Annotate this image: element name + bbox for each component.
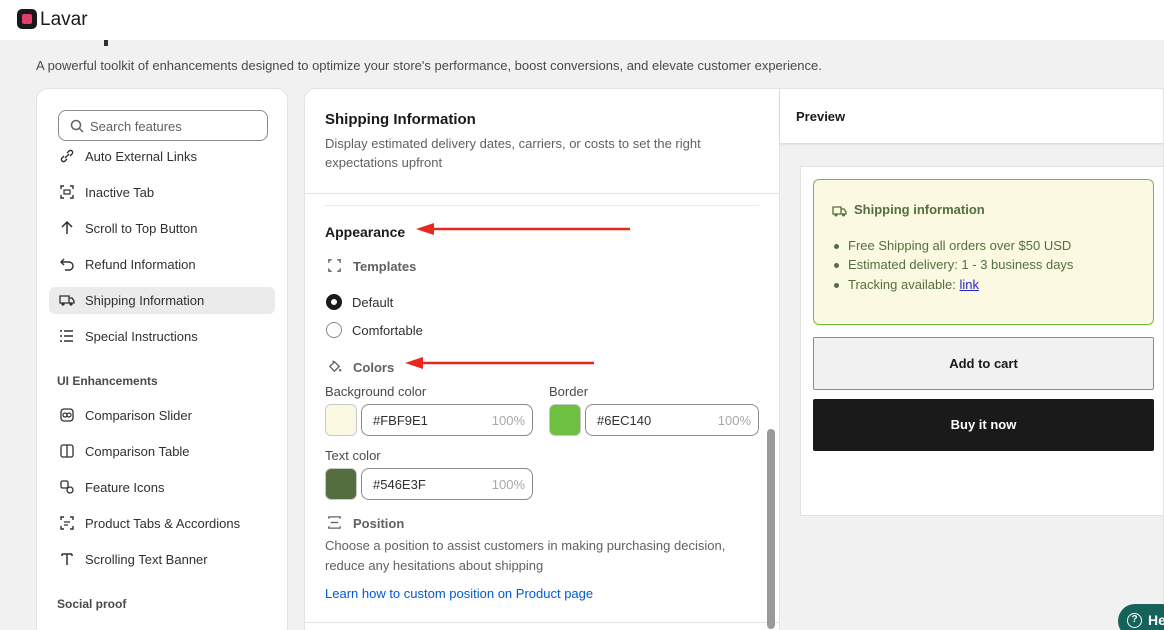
background-opacity: 100% (491, 413, 525, 428)
sidebar-item-label: Auto External Links (85, 149, 198, 164)
app-title: Lavar (40, 9, 88, 30)
colors-label: Colors (353, 360, 395, 375)
background-color-field[interactable]: #FBF9E1 100% (361, 404, 533, 436)
section-heading-ui-enhancements: UI Enhancements (57, 374, 158, 388)
sidebar-item-label: Refund Information (85, 257, 196, 272)
arrow-up-icon (61, 220, 73, 234)
sidebar-item-label: Special Instructions (85, 329, 198, 344)
list-icon (60, 330, 73, 342)
templates-icon (328, 259, 341, 272)
sidebar-item-refund-information[interactable]: Refund Information (49, 251, 275, 278)
top-bar: Lavar (0, 0, 1164, 40)
main-card: Shipping Information Display estimated d… (304, 88, 1164, 630)
sidebar-item-label: Comparison Slider (85, 408, 192, 423)
background-color-swatch[interactable] (325, 404, 357, 436)
text-color-swatch[interactable] (325, 468, 357, 500)
page-title-fragment (104, 40, 108, 46)
divider (325, 205, 759, 206)
link-icon (60, 149, 74, 163)
help-button[interactable]: ? He (1118, 604, 1164, 630)
sidebar-item-scrolling-text-banner[interactable]: Scrolling Text Banner (49, 546, 275, 573)
sidebar-item-label: Feature Icons (85, 480, 165, 495)
sidebar-item-label: Product Tabs & Accordions (85, 516, 241, 531)
comparison-table-icon (60, 444, 74, 458)
feature-icons-icon (60, 480, 74, 494)
buy-now-button[interactable]: Buy it now (813, 399, 1154, 451)
border-color-label: Border (549, 384, 589, 399)
settings-panel: Shipping Information Display estimated d… (305, 89, 779, 630)
background-color-label: Background color (325, 384, 427, 399)
sidebar-item-label: Shipping Information (85, 293, 205, 308)
refund-icon (60, 258, 74, 271)
sidebar-item-label: Comparison Table (85, 444, 190, 459)
shipping-info-box: Shipping information Free Shipping all o… (813, 179, 1154, 325)
preview-product-card: Shipping information Free Shipping all o… (800, 166, 1163, 516)
feature-title: Shipping Information (325, 111, 476, 128)
app-logo-icon (17, 9, 37, 29)
position-description: Choose a position to assist customers in… (325, 538, 726, 573)
annotation-arrow-icon (405, 357, 594, 369)
truck-icon (832, 206, 847, 217)
sidebar-item-scroll-to-top[interactable]: Scroll to Top Button (49, 215, 275, 242)
template-radio-comfortable[interactable] (326, 322, 342, 338)
search-icon (70, 119, 84, 133)
search-input[interactable]: Search features (58, 110, 268, 141)
sidebar-item-label: Inactive Tab (85, 185, 155, 200)
sidebar-item-inactive-tab[interactable]: Inactive Tab (49, 179, 275, 206)
preview-pane: Preview Shipping information Free Shippi… (779, 89, 1163, 630)
sidebar-item-shipping-information[interactable]: Shipping Information (49, 287, 275, 314)
border-color-value: #6EC140 (597, 413, 652, 428)
template-option-default[interactable]: Default (352, 295, 393, 310)
preview-label: Preview (796, 109, 846, 124)
divider (305, 193, 779, 194)
border-opacity: 100% (717, 413, 751, 428)
border-color-field[interactable]: #6EC140 100% (585, 404, 759, 436)
comparison-slider-icon (60, 408, 74, 422)
scrollbar[interactable] (767, 429, 775, 629)
template-radio-default[interactable] (326, 294, 342, 310)
sidebar-item-auto-external-links[interactable]: Auto External Links (49, 143, 275, 170)
background-color-value: #FBF9E1 (373, 413, 428, 428)
sidebar-item-comparison-table[interactable]: Comparison Table (49, 438, 275, 465)
inactive-tab-icon (60, 185, 74, 199)
tracking-link[interactable]: link (960, 277, 980, 292)
annotation-arrow-icon (416, 223, 630, 235)
sidebar-item-feature-icons[interactable]: Feature Icons (49, 474, 275, 501)
search-placeholder: Search features (90, 119, 182, 134)
feature-description: Display estimated delivery dates, carrie… (325, 136, 701, 170)
template-option-comfortable[interactable]: Comfortable (352, 323, 423, 338)
section-heading-social-proof: Social proof (57, 597, 127, 611)
sidebar-item-product-tabs-accordions[interactable]: Product Tabs & Accordions (49, 510, 275, 537)
templates-label: Templates (353, 259, 417, 274)
position-help-link[interactable]: Learn how to custom position on Product … (325, 586, 593, 601)
add-to-cart-button[interactable]: Add to cart (813, 337, 1154, 390)
text-color-field[interactable]: #546E3F 100% (361, 468, 533, 500)
sidebar-item-special-instructions[interactable]: Special Instructions (49, 323, 275, 350)
shipping-box-title: Shipping information (854, 202, 985, 217)
position-icon (328, 516, 341, 529)
text-icon (61, 553, 73, 565)
sidebar-item-comparison-slider[interactable]: Comparison Slider (49, 402, 275, 429)
help-label: He (1148, 612, 1164, 628)
border-color-swatch[interactable] (549, 404, 581, 436)
page-subtitle: A powerful toolkit of enhancements desig… (36, 58, 822, 73)
sidebar-item-label: Scroll to Top Button (85, 221, 198, 236)
sidebar-item-label: Scrolling Text Banner (85, 552, 208, 567)
divider (305, 622, 779, 623)
tabs-icon (60, 516, 74, 530)
preview-header: Preview (780, 89, 1163, 143)
feature-sidebar: Auto External Links Inactive Tab Scroll … (36, 88, 288, 630)
truck-icon (59, 295, 75, 306)
text-color-value: #546E3F (373, 477, 426, 492)
paint-bucket-icon (328, 360, 342, 373)
position-label: Position (353, 516, 405, 531)
appearance-heading: Appearance (325, 224, 406, 240)
text-opacity: 100% (491, 477, 525, 492)
help-icon: ? (1127, 613, 1142, 628)
text-color-label: Text color (325, 448, 381, 463)
